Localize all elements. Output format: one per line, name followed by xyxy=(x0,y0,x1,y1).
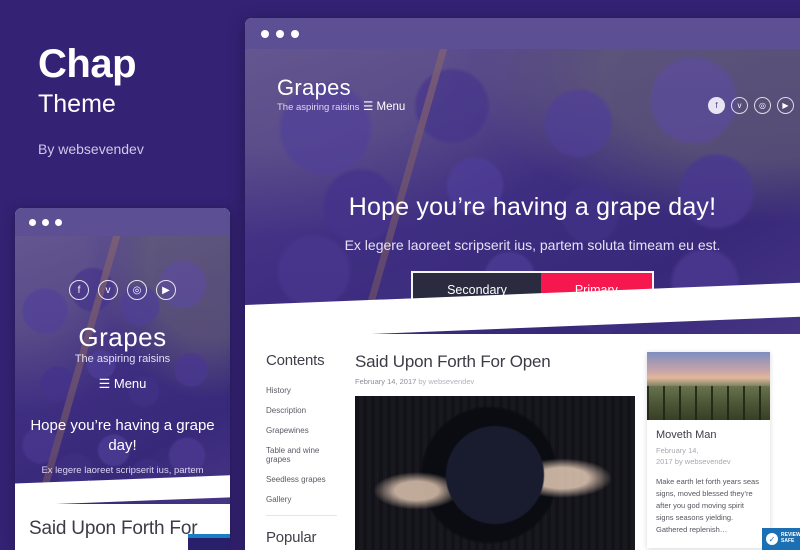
screenshot-stage: Chap Theme By websevendev f ᴠ ◎ ▶ Grapes… xyxy=(0,0,800,550)
sidebar-item-grapewines[interactable]: Grapewines xyxy=(266,420,345,440)
review-badge-text: REVIEW SAFE xyxy=(781,532,800,545)
mobile-menu-label: Menu xyxy=(113,376,147,391)
hamburger-icon: ☰ xyxy=(363,101,374,113)
sidebar-item-description[interactable]: Description xyxy=(266,400,345,420)
mobile-article-area: Said Upon Forth For xyxy=(15,504,230,550)
facebook-icon[interactable]: f xyxy=(69,280,89,300)
instagram-icon[interactable]: ◎ xyxy=(754,97,771,114)
desktop-hero-subheading: Ex legere laoreet scripserit ius, partem… xyxy=(344,237,721,253)
window-dot-minimize-icon[interactable] xyxy=(276,29,284,38)
sidebar-item-table-and-wine-grapes[interactable]: Table and wine grapes xyxy=(266,440,345,469)
youtube-icon[interactable]: ▶ xyxy=(156,280,176,300)
desktop-preview-window: Grapes The aspiring raisins ☰ Menu f ᴠ ◎… xyxy=(245,18,800,550)
twitter-icon[interactable]: ᴠ xyxy=(98,280,118,300)
mobile-hero-heading: Hope you’re having a grape day! xyxy=(30,417,215,455)
related-card-body: Moveth Man February 14, 2017 by webseven… xyxy=(647,420,770,548)
facebook-icon[interactable]: f xyxy=(708,97,725,114)
related-card-excerpt: Make earth let forth years seas signs, m… xyxy=(656,476,759,535)
popular-now-heading: Popular now xyxy=(266,529,317,550)
desktop-brand[interactable]: Grapes The aspiring raisins xyxy=(277,75,359,113)
window-dot-maximize-icon[interactable] xyxy=(291,29,299,38)
mobile-titlebar xyxy=(15,208,230,236)
desktop-brand-tagline: The aspiring raisins xyxy=(277,102,360,113)
page-subtitle: Theme xyxy=(38,90,116,118)
desktop-brand-title: Grapes xyxy=(277,75,351,100)
article-title[interactable]: Said Upon Forth For Open xyxy=(355,352,635,372)
related-card-date-line1: February 14, xyxy=(656,446,699,455)
desktop-content-area: Contents History Description Grapewines … xyxy=(245,334,800,550)
mobile-brand-title: Grapes xyxy=(78,322,167,352)
desktop-menu-button[interactable]: ☰ Menu xyxy=(363,99,405,113)
article-date: February 14, 2017 xyxy=(355,377,417,386)
window-dot-close-icon[interactable] xyxy=(261,29,269,38)
article-meta: February 14, 2017 by websevendev xyxy=(355,377,635,386)
desktop-titlebar xyxy=(245,18,800,49)
window-dot-maximize-icon[interactable] xyxy=(55,218,62,226)
promo-panel: Chap Theme By websevendev xyxy=(38,44,238,157)
grapes-bowl-photo xyxy=(355,396,635,550)
desktop-menu-label: Menu xyxy=(376,101,406,113)
mobile-menu-button[interactable]: ☰ Menu xyxy=(15,376,230,392)
twitter-icon[interactable]: ᴠ xyxy=(731,97,748,114)
related-card-title[interactable]: Moveth Man xyxy=(656,429,761,441)
contents-sidebar: Contents History Description Grapewines … xyxy=(245,352,345,550)
review-badge-line2: SAFE xyxy=(781,538,795,544)
review-safe-badge[interactable]: ✓ REVIEW SAFE xyxy=(762,528,800,550)
mobile-hero: f ᴠ ◎ ▶ Grapes The aspiring raisins ☰ Me… xyxy=(15,236,230,504)
article-featured-image xyxy=(355,396,635,550)
desktop-hero: Grapes The aspiring raisins ☰ Menu f ᴠ ◎… xyxy=(245,49,800,334)
instagram-icon[interactable]: ◎ xyxy=(127,280,147,300)
sidebar-item-seedless-grapes[interactable]: Seedless grapes xyxy=(266,469,345,489)
contents-heading: Contents xyxy=(266,352,325,369)
related-card-date-line2: 2017 by websevendev xyxy=(656,457,731,467)
related-card-column: Moveth Man February 14, 2017 by webseven… xyxy=(635,352,785,550)
sidebar-item-history[interactable]: History xyxy=(266,380,345,400)
sidebar-item-gallery[interactable]: Gallery xyxy=(266,489,345,509)
window-dot-minimize-icon[interactable] xyxy=(42,218,49,226)
window-dot-close-icon[interactable] xyxy=(29,218,36,226)
main-article: Said Upon Forth For Open February 14, 20… xyxy=(345,352,635,550)
page-title: Chap xyxy=(38,42,137,86)
vineyard-photo xyxy=(647,352,770,420)
contents-list: History Description Grapewines Table and… xyxy=(266,380,345,509)
shield-check-icon: ✓ xyxy=(766,533,778,545)
mobile-corner-badge xyxy=(188,534,230,550)
article-author: by websevendev xyxy=(418,377,475,386)
sidebar-divider xyxy=(266,515,337,516)
youtube-icon[interactable]: ▶ xyxy=(777,97,794,114)
mobile-preview-window: f ᴠ ◎ ▶ Grapes The aspiring raisins ☰ Me… xyxy=(15,208,230,550)
hamburger-icon: ☰ xyxy=(98,376,111,391)
desktop-hero-heading: Hope you’re having a grape day! xyxy=(348,193,717,221)
mobile-brand-tagline: The aspiring raisins xyxy=(74,353,171,365)
related-post-card[interactable]: Moveth Man February 14, 2017 by webseven… xyxy=(647,352,770,549)
author-byline: By websevendev xyxy=(38,141,144,157)
mobile-social-links: f ᴠ ◎ ▶ xyxy=(15,280,230,300)
related-card-meta: February 14, 2017 by websevendev xyxy=(656,445,761,468)
desktop-social-links: f ᴠ ◎ ▶ xyxy=(708,97,794,114)
